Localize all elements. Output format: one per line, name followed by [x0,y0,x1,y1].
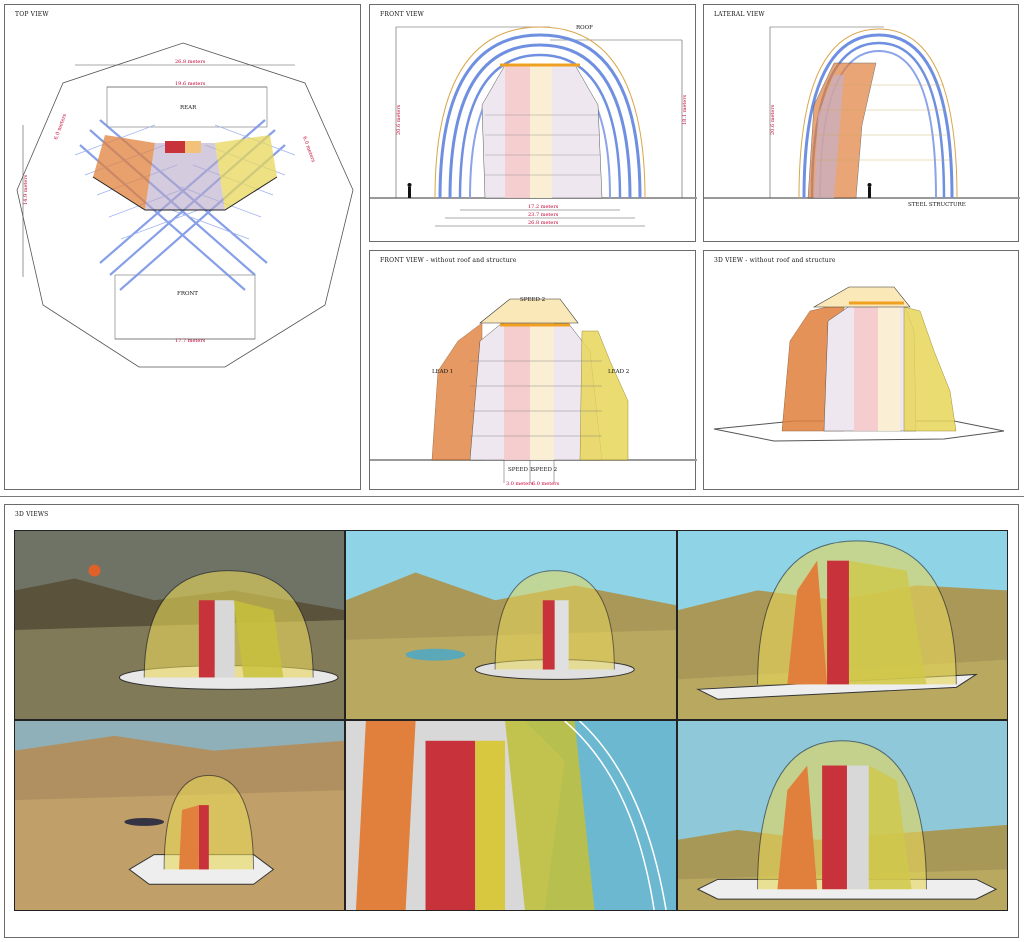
render-side [677,530,1008,720]
dim-depth: 14.9 meters [23,174,29,205]
dim-right: 6.0 meters [532,481,560,487]
dim-width-2: 23.7 meters [528,212,559,218]
speed2-top-label: SPEED 2 [520,297,545,303]
dim-side-right: 6.0 meters [301,136,316,164]
front-view-bare-panel: FRONT VIEW - without roof and structure … [369,250,697,490]
rear-label: REAR [180,105,197,111]
speed2-label: SPEED 2 [532,467,557,473]
lead1-label: LEAD 1 [432,369,453,375]
front-label: FRONT [177,291,198,297]
top-view-drawing: 26.8 meters 19.6 meters REAR FRONT 14.9 … [16,42,354,368]
steel-structure-label: STEEL STRUCTURE [908,202,966,208]
dim-height-right: 18.1 meters [682,94,688,125]
top-view-panel: TOP VIEW 26.8 meters 19.6 meters REAR FR… [4,4,361,490]
lateral-view-drawing: 20.6 meters STEEL STRUCTURE [704,26,1020,208]
dim-left: 3.0 meters [506,481,534,487]
front-view-drawing: ROOF 20.6 meters 18.1 meters 17.2 meters… [370,25,697,227]
dim-width-3: 26.8 meters [528,220,559,226]
render-oasis [345,530,677,720]
3d-view-bare-panel: 3D VIEW - without roof and structure [703,250,1019,490]
render-distance [14,720,345,911]
speed1-label: SPEED 1 [508,467,533,473]
lateral-dim-height: 20.6 meters [770,104,776,135]
render-front [677,720,1008,911]
front-view-panel: FRONT VIEW ROOF 20.6 meters 18.1 meters … [369,4,697,242]
roof-label: ROOF [576,25,593,31]
dim-width-inner: 19.6 meters [175,81,206,87]
render-dusk [14,530,345,720]
dim-width-outer: 26.8 meters [175,59,206,65]
lateral-view-panel: LATERAL VIEW 20.6 meters STEEL STRUCTURE [703,4,1020,242]
dim-width-1: 17.2 meters [528,204,559,210]
render-interior [345,720,677,911]
section-divider [0,496,1024,497]
dim-height-left: 20.6 meters [396,104,402,135]
lead2-label: LEAD 2 [608,369,629,375]
3d-view-bare-drawing [713,286,1005,442]
front-view-bare-drawing: SPEED 2 LEAD 1 LEAD 2 SPEED 1 SPEED 2 3.… [370,297,697,487]
dim-side-left: 6.0 meters [53,113,68,141]
3d-views-title: 3D VIEWS [15,511,49,518]
